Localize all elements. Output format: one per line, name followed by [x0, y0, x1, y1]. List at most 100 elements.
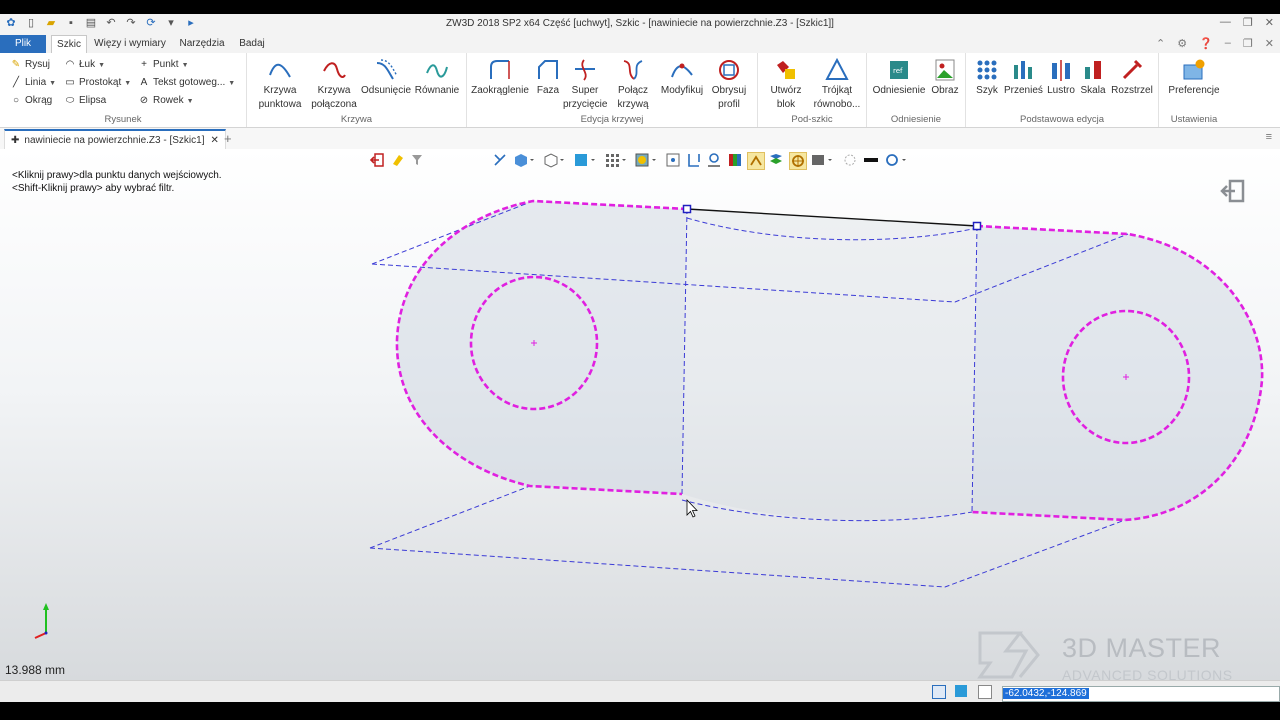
- okrag-label: Okrąg: [25, 95, 53, 106]
- chamfer-icon: [538, 60, 558, 79]
- close-doc-icon[interactable]: ✕: [1265, 37, 1274, 50]
- skala-button[interactable]: Skala: [1078, 57, 1108, 113]
- group-edycja-krzywej: Zaokrąglenie Faza Super przycięcie Połąc…: [467, 53, 758, 127]
- join-curve-icon: [623, 60, 643, 80]
- group-odniesienie: ref Odniesienie Obraz Odniesienie: [867, 53, 966, 127]
- szyk-l1: Szyk: [976, 85, 998, 96]
- minimize-icon[interactable]: —: [1220, 16, 1231, 29]
- polacz-krzywa-l2: krzywą: [617, 99, 649, 110]
- tekst-button[interactable]: A Tekst gotoweg... ▼: [138, 75, 236, 91]
- document-tab-bar: ✚ nawiniecie na powierzchnie.Z3 - [Szkic1…: [0, 128, 1280, 151]
- offset-icon: [376, 59, 398, 80]
- prostokat-button[interactable]: ▭ Prostokąt ▼: [64, 75, 131, 91]
- close-window-icon[interactable]: ✕: [1265, 16, 1274, 29]
- elipsa-label: Elipsa: [79, 95, 107, 106]
- faza-l1: Faza: [536, 85, 560, 96]
- szyk-button[interactable]: Szyk: [972, 57, 1002, 113]
- preferencje-button[interactable]: Preferencje: [1163, 57, 1225, 113]
- group-krzywa: Krzywa punktowa Krzywa połączona Odsunię…: [247, 53, 467, 127]
- coordinate-input[interactable]: -62.0432,-124.869: [1002, 686, 1280, 702]
- modyfikuj-l1: Modyfikuj: [660, 85, 704, 96]
- rozstrzel-button[interactable]: Rozstrzel: [1108, 57, 1156, 113]
- menu-file[interactable]: Plik: [0, 35, 46, 53]
- circle-icon: ○: [12, 95, 20, 106]
- rectangle-icon: ▭: [65, 77, 75, 88]
- line-icon: ╱: [12, 77, 20, 88]
- status-display-icon[interactable]: [955, 685, 967, 697]
- group-label-krzywa: Krzywa: [340, 114, 373, 125]
- coordinate-value: -62.0432,-124.869: [1003, 688, 1089, 699]
- title-bar: ✿ ▯ ▰ ▪ ▤ ↶ ↷ ⟳ ▾ ▸ ZW3D 2018 SP2 x64 Cz…: [0, 14, 1280, 35]
- rowek-button[interactable]: ⊘ Rowek ▼: [138, 93, 194, 109]
- ellipse-icon: ⬭: [65, 95, 75, 106]
- restore-doc-icon[interactable]: ❐: [1243, 37, 1253, 50]
- okrag-button[interactable]: ○ Okrąg: [10, 93, 52, 109]
- luk-button[interactable]: ◠ Łuk ▼: [64, 57, 105, 73]
- faza-button[interactable]: Faza: [531, 57, 565, 113]
- document-tab[interactable]: ✚ nawiniecie na powierzchnie.Z3 - [Szkic1…: [4, 129, 226, 151]
- obrysuj-profil-button[interactable]: Obrysuj profil: [707, 57, 751, 113]
- obrysuj-profil-l1: Obrysuj: [711, 85, 747, 96]
- utworz-blok-l2: blok: [776, 99, 796, 110]
- restore-icon[interactable]: ❐: [1243, 16, 1253, 29]
- status-bar: -62.0432,-124.869: [0, 680, 1280, 703]
- utworz-blok-button[interactable]: Utwórz blok: [762, 57, 810, 113]
- blend-curve-icon: [323, 62, 346, 78]
- krzywa-polaczona-l2: połączona: [311, 99, 357, 110]
- super-przyciecie-l2: przycięcie: [563, 99, 608, 110]
- krzywa-punktowa-l2: punktowa: [258, 99, 302, 110]
- odsuniecie-l1: Odsunięcie: [361, 85, 412, 96]
- polacz-krzywa-button[interactable]: Połącz krzywą: [611, 57, 655, 113]
- przenies-button[interactable]: Przenieś: [1004, 57, 1043, 113]
- window-controls: — ❐ ✕: [1220, 16, 1274, 29]
- rownanie-button[interactable]: Równanie: [413, 57, 461, 113]
- punkt-label: Punkt: [153, 59, 179, 70]
- reference-icon: ref: [890, 61, 908, 79]
- status-filter-icon[interactable]: [932, 685, 946, 699]
- explode-icon: [1122, 59, 1143, 80]
- modify-icon: [671, 63, 693, 78]
- tab-menu-icon[interactable]: ≡: [1266, 131, 1272, 143]
- app-window: ✿ ▯ ▰ ▪ ▤ ↶ ↷ ⟳ ▾ ▸ ZW3D 2018 SP2 x64 Cz…: [0, 0, 1280, 720]
- menu-tab-narzedzia[interactable]: Narzędzia: [176, 35, 228, 53]
- help-icon[interactable]: ❓: [1199, 37, 1213, 50]
- document-tab-label: nawiniecie na powierzchnie.Z3 - [Szkic1]: [24, 135, 205, 146]
- zaokraglenie-button[interactable]: Zaokrąglenie: [471, 57, 529, 113]
- text-icon: A: [140, 77, 148, 88]
- endpoint-handle-left[interactable]: [682, 204, 692, 214]
- obraz-button[interactable]: Obraz: [927, 57, 963, 113]
- minimize-doc-icon[interactable]: –: [1225, 37, 1231, 50]
- pin-icon[interactable]: ✚: [11, 135, 19, 146]
- menu-tab-szkic[interactable]: Szkic: [51, 35, 87, 54]
- settings-gear-icon[interactable]: ⚙: [1177, 37, 1187, 50]
- fillet-icon: [490, 60, 510, 79]
- odniesienie-button[interactable]: ref Odniesienie: [871, 57, 927, 113]
- screen-bottom-border: [0, 702, 1280, 720]
- menu-right-tools: ⌃ ⚙ ❓ – ❐ ✕: [1156, 37, 1274, 50]
- trojkat-button[interactable]: Trójkąt równobo...: [810, 57, 864, 113]
- sketch-canvas[interactable]: [0, 149, 1280, 680]
- lustro-button[interactable]: Lustro: [1044, 57, 1078, 113]
- create-block-icon: [777, 61, 795, 79]
- menu-tab-wiezy[interactable]: Więzy i wymiary: [90, 35, 170, 53]
- graphics-viewport[interactable]: <Kliknij prawy>dla punktu danych wejścio…: [0, 149, 1280, 680]
- close-tab-icon[interactable]: ✕: [210, 135, 218, 146]
- krzywa-punktowa-button[interactable]: Krzywa punktowa: [255, 57, 305, 113]
- super-przyciecie-button[interactable]: Super przycięcie: [563, 57, 607, 113]
- punkt-button[interactable]: + Punkt ▼: [138, 57, 188, 73]
- add-tab-icon[interactable]: +: [224, 131, 232, 146]
- preferences-icon: [1183, 59, 1205, 80]
- modyfikuj-button[interactable]: Modyfikuj: [657, 57, 707, 113]
- menu-tab-badaj[interactable]: Badaj: [234, 35, 270, 53]
- rowek-label: Rowek: [153, 95, 184, 106]
- krzywa-polaczona-button[interactable]: Krzywa połączona: [309, 57, 359, 113]
- status-list-icon[interactable]: [978, 685, 992, 699]
- collapse-ribbon-icon[interactable]: ⌃: [1156, 37, 1165, 50]
- elipsa-button[interactable]: ⬭ Elipsa: [64, 93, 107, 109]
- endpoint-handle-right[interactable]: [972, 221, 982, 231]
- rysuj-label: Rysuj: [25, 59, 51, 70]
- preferencje-l1: Preferencje: [1168, 85, 1220, 96]
- linia-button[interactable]: ╱ Linia ▼: [10, 75, 56, 91]
- odsuniecie-button[interactable]: Odsunięcie: [361, 57, 411, 113]
- rysuj-button[interactable]: ✎ Rysuj: [10, 57, 50, 73]
